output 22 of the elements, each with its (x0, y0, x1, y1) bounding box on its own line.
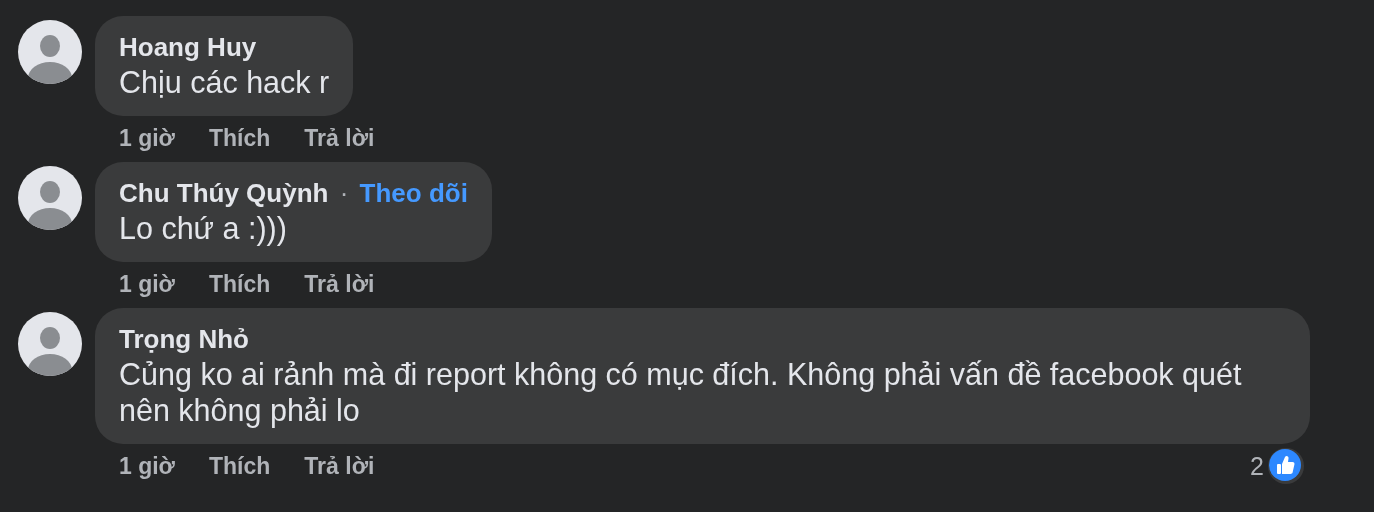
thumbs-up-icon[interactable] (1268, 448, 1304, 484)
like-link[interactable]: Thích (209, 124, 271, 152)
author-name[interactable]: Hoang Huy (119, 32, 257, 62)
separator-dot: · (339, 178, 349, 208)
avatar-icon[interactable] (18, 20, 82, 84)
comment-text: Lo chứ a :))) (119, 210, 288, 246)
comment-time[interactable]: 1 giờ (119, 124, 175, 152)
follow-link[interactable]: Theo dõi (359, 178, 468, 208)
avatar-icon[interactable] (18, 166, 82, 230)
author-name[interactable]: Trọng Nhỏ (119, 324, 249, 354)
reply-link[interactable]: Trả lời (304, 124, 375, 152)
avatar-icon[interactable] (18, 312, 82, 376)
reply-link[interactable]: Trả lời (304, 452, 375, 480)
like-link[interactable]: Thích (209, 452, 271, 480)
comment-text: Chịu các hack r (119, 64, 330, 100)
comment-text: Củng ko ai rảnh mà đi report không có mục đích. Không phải vấn đề facebook quét nên không phải lo (119, 356, 1243, 428)
reaction-count: 2 (1250, 451, 1264, 481)
comment-time[interactable]: 1 giờ (119, 270, 175, 298)
like-link[interactable]: Thích (209, 270, 271, 298)
author-name[interactable]: Chu Thúy Quỳnh (119, 178, 329, 208)
reply-link[interactable]: Trả lời (304, 270, 375, 298)
comment-time[interactable]: 1 giờ (119, 452, 175, 480)
